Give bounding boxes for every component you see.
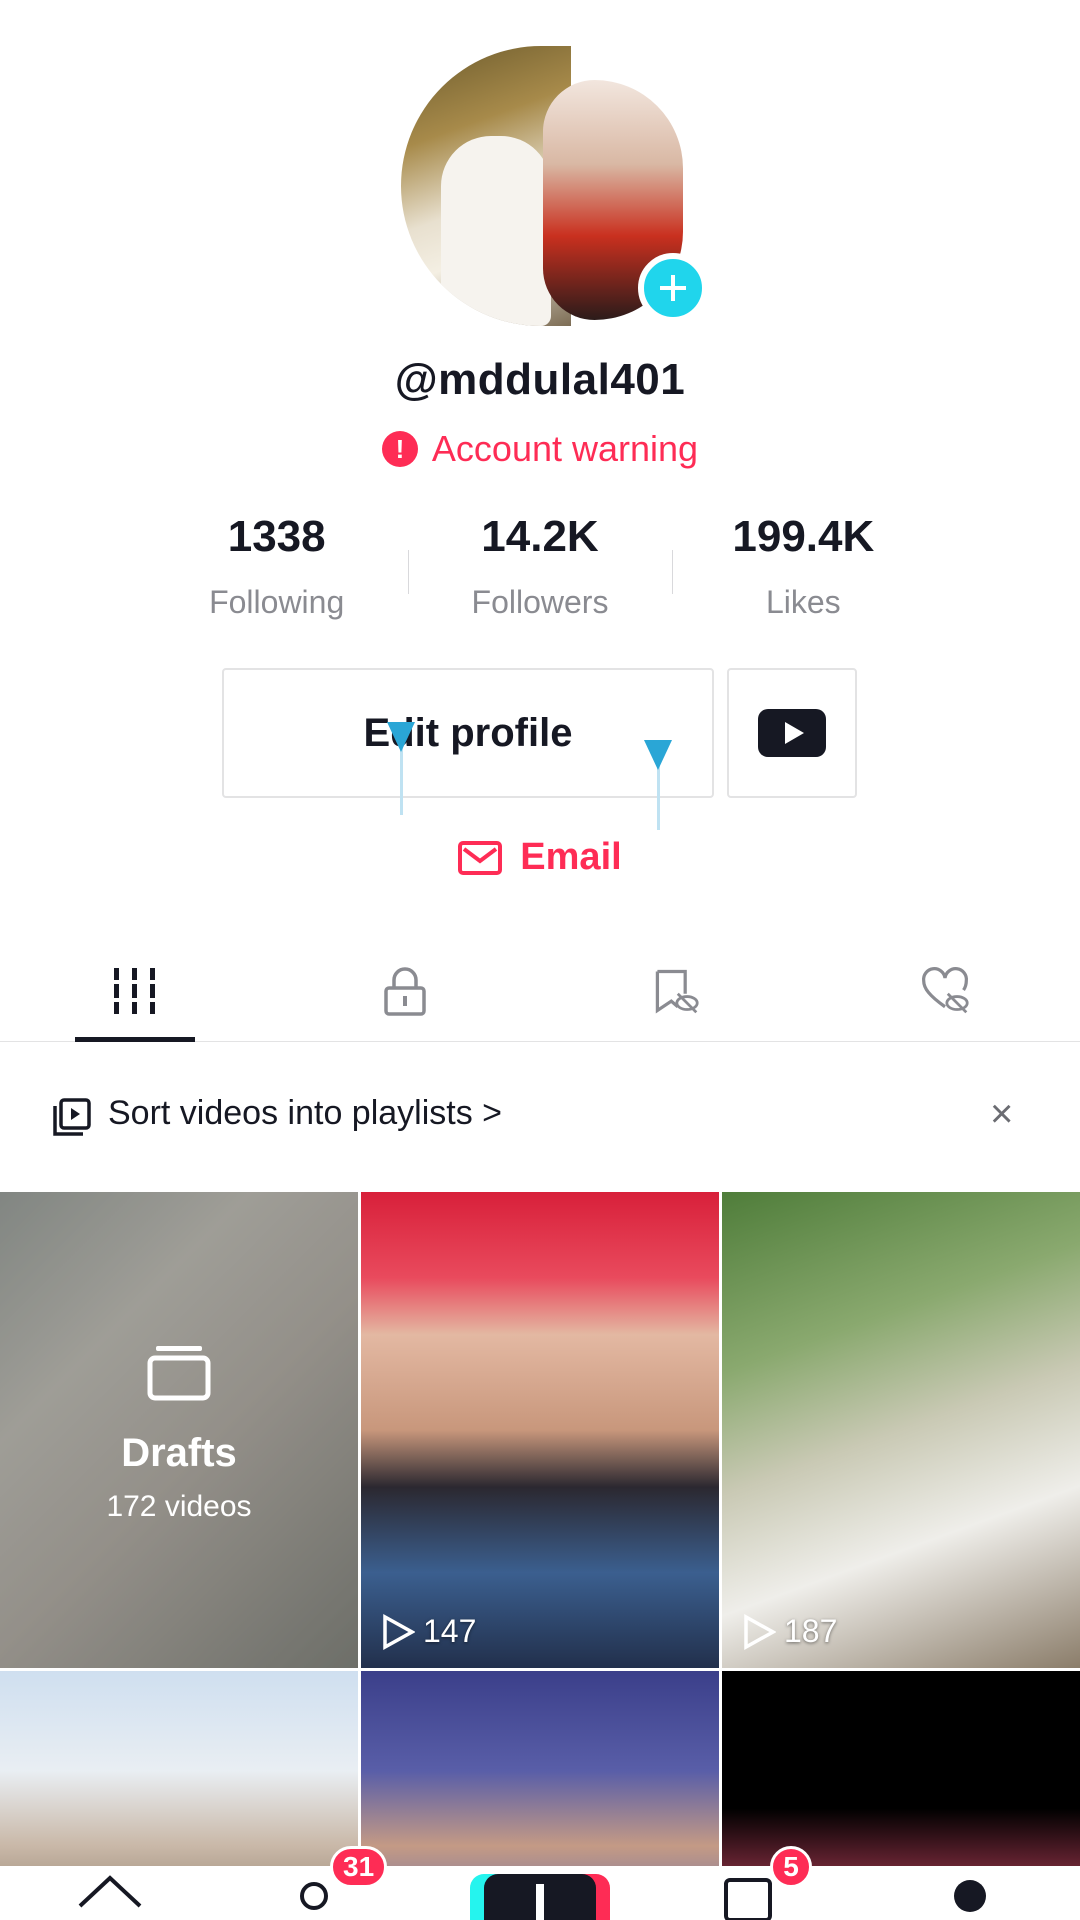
nav-profile[interactable] [930,1866,1010,1920]
drafts-count: 172 videos [106,1490,252,1523]
stat-followers[interactable]: 14.2K Followers [408,512,671,632]
mail-icon [458,840,503,875]
warning-icon: ! [381,431,418,467]
view-count: 147 [381,1613,476,1650]
home-icon [78,1875,142,1908]
playlist-banner-label[interactable]: Sort videos into playlists > [108,1094,502,1133]
playlist-banner[interactable]: Sort videos into playlists > × [0,1080,1080,1150]
heart-hidden-icon [922,966,969,1013]
playlist-icon [53,1098,91,1136]
friends-badge: 31 [330,1846,388,1888]
video-thumbnail[interactable]: 147 [361,1192,719,1668]
stat-following-label: Following [209,584,345,620]
drafts-icon [147,1346,211,1401]
stat-followers-value: 14.2K [481,512,599,561]
close-icon[interactable]: × [990,1092,1013,1137]
profile-tabs [0,940,1080,1042]
inbox-badge: 5 [770,1846,812,1888]
play-icon [744,1613,776,1650]
profile-icon [954,1880,986,1912]
plus-icon [660,275,686,301]
youtube-icon [758,709,826,757]
tab-liked[interactable] [810,940,1080,1041]
tab-favorites[interactable] [540,940,810,1041]
sparkle-arrow-left [387,722,415,752]
bottom-nav: 31 5 [0,1846,1080,1920]
email-label: Email [520,836,622,878]
email-link[interactable]: Email [0,836,1080,879]
grid-icon [110,967,160,1014]
nav-home[interactable] [70,1866,150,1920]
create-icon [470,1874,610,1920]
view-count-value: 187 [784,1613,838,1649]
stat-likes-value: 199.4K [732,512,875,561]
lock-icon [384,966,426,1016]
youtube-link-button[interactable] [727,668,857,798]
account-warning-label: Account warning [431,428,699,469]
tab-private[interactable] [270,940,540,1041]
play-icon [383,1613,415,1650]
stat-followers-label: Followers [471,584,609,620]
account-warning-link[interactable]: ! Account warning [0,428,1080,470]
sparkle-arrow-right [644,740,672,770]
nav-inbox[interactable]: 5 [720,1846,812,1920]
drafts-title: Drafts [121,1431,237,1475]
profile-avatar-group[interactable] [395,40,708,340]
nav-friends[interactable]: 31 [290,1846,388,1920]
add-photo-button[interactable] [638,253,708,323]
create-button[interactable] [470,1866,610,1920]
profile-stats: 1338 Following 14.2K Followers 199.4K Li… [145,512,935,632]
view-count: 187 [742,1613,837,1650]
tab-videos[interactable] [0,940,270,1042]
video-thumbnail[interactable]: 187 [722,1192,1080,1668]
view-count-value: 147 [423,1613,477,1649]
stat-following[interactable]: 1338 Following [145,512,408,632]
drafts-info: Drafts 172 videos [0,1342,358,1524]
edit-profile-button[interactable]: Edit profile [222,668,714,798]
username: @mddulal401 [394,355,686,404]
stat-following-value: 1338 [227,512,326,561]
stat-likes[interactable]: 199.4K Likes [671,512,935,632]
drafts-tile[interactable]: Drafts 172 videos [0,1192,358,1668]
stat-likes-label: Likes [765,584,841,620]
bookmark-hidden-icon [655,969,699,1013]
